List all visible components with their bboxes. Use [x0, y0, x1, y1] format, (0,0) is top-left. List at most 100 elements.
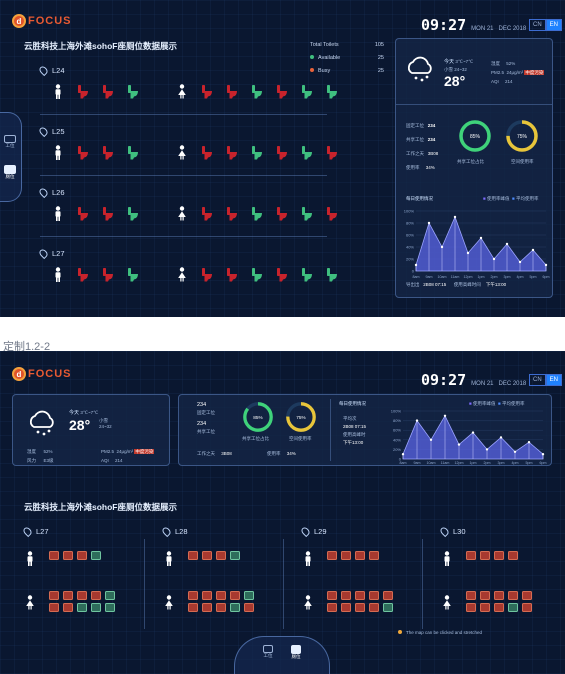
toilet-stall-icon-available[interactable]	[251, 84, 263, 99]
stall-busy[interactable]	[466, 603, 476, 612]
toilet-stall-icon-busy[interactable]	[326, 145, 338, 160]
side-nav-item-toilet[interactable]: 厕位	[4, 165, 16, 180]
toilet-stall-icon-busy[interactable]	[276, 145, 288, 160]
toilet-stall-icon-busy[interactable]	[201, 267, 213, 282]
stall-busy[interactable]	[327, 603, 337, 612]
stall-busy[interactable]	[466, 551, 476, 560]
toilet-stall-icon-available[interactable]	[127, 267, 139, 282]
stall-busy[interactable]	[494, 551, 504, 560]
toilet-stall-icon-busy[interactable]	[102, 145, 114, 160]
toilet-stall-icon-busy[interactable]	[326, 206, 338, 221]
stall-busy[interactable]	[369, 603, 379, 612]
toilet-stall-icon-busy[interactable]	[226, 145, 238, 160]
toilet-stall-icon-busy[interactable]	[201, 84, 213, 99]
stall-busy[interactable]	[77, 591, 87, 600]
toilet-stall-icon-available[interactable]	[301, 206, 313, 221]
stall-busy[interactable]	[91, 591, 101, 600]
stall-busy[interactable]	[369, 591, 379, 600]
stall-available[interactable]	[508, 603, 518, 612]
toilet-stall-icon-available[interactable]	[301, 267, 313, 282]
stall-busy[interactable]	[230, 591, 240, 600]
language-switch[interactable]: CN EN	[529, 374, 563, 386]
toilet-stall-icon-busy[interactable]	[77, 145, 89, 160]
toilet-stall-icon-available[interactable]	[251, 206, 263, 221]
stall-busy[interactable]	[508, 591, 518, 600]
stall-busy[interactable]	[327, 551, 337, 560]
stall-busy[interactable]	[244, 603, 254, 612]
toilet-stall-icon-available[interactable]	[251, 145, 263, 160]
bottom-nav-item-desk[interactable]: 工位	[263, 645, 273, 659]
stall-busy[interactable]	[188, 551, 198, 560]
stall-busy[interactable]	[494, 591, 504, 600]
stall-available[interactable]	[230, 551, 240, 560]
stall-busy[interactable]	[63, 603, 73, 612]
stall-available[interactable]	[383, 603, 393, 612]
toilet-stall-icon-available[interactable]	[127, 84, 139, 99]
stall-busy[interactable]	[480, 603, 490, 612]
stall-busy[interactable]	[369, 551, 379, 560]
stall-busy[interactable]	[494, 603, 504, 612]
toilet-stall-icon-busy[interactable]	[226, 267, 238, 282]
stall-available[interactable]	[91, 603, 101, 612]
stall-busy[interactable]	[341, 551, 351, 560]
stall-busy[interactable]	[188, 603, 198, 612]
toilet-stall-icon-busy[interactable]	[226, 206, 238, 221]
toilet-stall-icon-busy[interactable]	[276, 84, 288, 99]
stall-busy[interactable]	[480, 551, 490, 560]
stall-busy[interactable]	[383, 591, 393, 600]
lang-cn-button[interactable]: CN	[529, 19, 546, 31]
stall-available[interactable]	[230, 603, 240, 612]
stall-busy[interactable]	[480, 591, 490, 600]
stall-available[interactable]	[91, 551, 101, 560]
toilet-stall-icon-busy[interactable]	[77, 206, 89, 221]
bottom-nav-item-toilet[interactable]: 厕位	[291, 645, 301, 660]
stall-available[interactable]	[244, 591, 254, 600]
toilet-stall-icon-busy[interactable]	[201, 206, 213, 221]
stall-busy[interactable]	[355, 603, 365, 612]
toilet-stall-icon-busy[interactable]	[77, 84, 89, 99]
stall-busy[interactable]	[63, 591, 73, 600]
toilet-stall-icon-busy[interactable]	[102, 84, 114, 99]
stall-busy[interactable]	[522, 591, 532, 600]
stall-busy[interactable]	[355, 551, 365, 560]
stall-busy[interactable]	[327, 591, 337, 600]
stall-busy[interactable]	[202, 603, 212, 612]
stall-busy[interactable]	[49, 603, 59, 612]
stall-busy[interactable]	[49, 551, 59, 560]
lang-en-button[interactable]: EN	[545, 19, 563, 31]
stall-busy[interactable]	[508, 551, 518, 560]
stall-busy[interactable]	[522, 603, 532, 612]
stall-busy[interactable]	[216, 603, 226, 612]
stall-busy[interactable]	[202, 551, 212, 560]
toilet-stall-icon-available[interactable]	[127, 145, 139, 160]
stall-busy[interactable]	[188, 591, 198, 600]
toilet-stall-icon-busy[interactable]	[102, 206, 114, 221]
toilet-stall-icon-busy[interactable]	[226, 84, 238, 99]
stall-available[interactable]	[77, 603, 87, 612]
stall-busy[interactable]	[216, 591, 226, 600]
stall-busy[interactable]	[63, 551, 73, 560]
toilet-stall-icon-busy[interactable]	[276, 206, 288, 221]
toilet-stall-icon-available[interactable]	[127, 206, 139, 221]
stall-busy[interactable]	[49, 591, 59, 600]
toilet-stall-icon-busy[interactable]	[276, 267, 288, 282]
toilet-stall-icon-available[interactable]	[301, 145, 313, 160]
toilet-stall-icon-busy[interactable]	[201, 145, 213, 160]
stall-busy[interactable]	[341, 603, 351, 612]
toilet-stall-icon-available[interactable]	[251, 267, 263, 282]
toilet-stall-icon-available[interactable]	[301, 84, 313, 99]
toilet-stall-icon-available[interactable]	[326, 267, 338, 282]
toilet-stall-icon-busy[interactable]	[102, 267, 114, 282]
stall-busy[interactable]	[77, 551, 87, 560]
toilet-stall-icon-available[interactable]	[326, 84, 338, 99]
stall-available[interactable]	[105, 591, 115, 600]
stall-busy[interactable]	[202, 591, 212, 600]
language-switch[interactable]: CN EN	[529, 19, 563, 31]
lang-cn-button[interactable]: CN	[529, 374, 546, 386]
stall-busy[interactable]	[355, 591, 365, 600]
lang-en-button[interactable]: EN	[545, 374, 563, 386]
stall-busy[interactable]	[341, 591, 351, 600]
stall-busy[interactable]	[466, 591, 476, 600]
toilet-stall-icon-busy[interactable]	[77, 267, 89, 282]
side-nav-item-desk[interactable]: 工位	[4, 135, 16, 149]
